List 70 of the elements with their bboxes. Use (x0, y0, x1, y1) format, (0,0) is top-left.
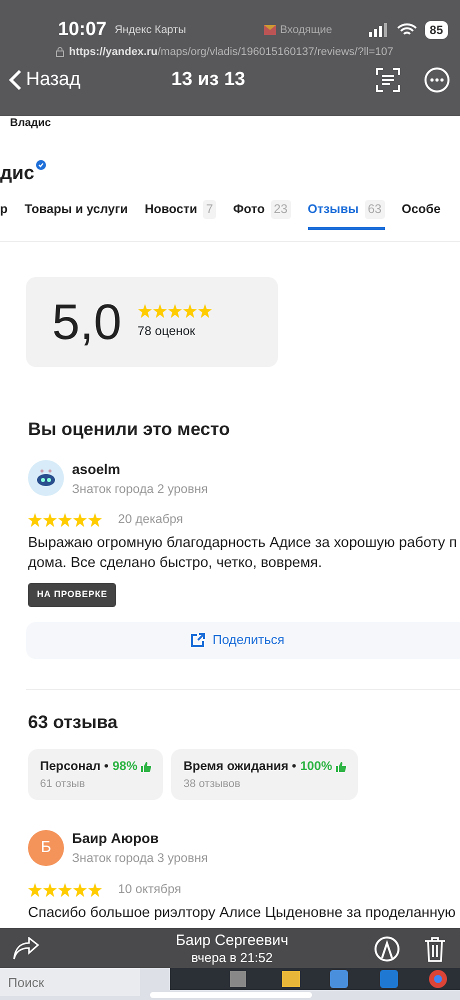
wifi-icon (396, 23, 417, 37)
aspect-name: Время ожидания • (183, 758, 296, 776)
author-name: Баир Аюров (72, 829, 160, 848)
star-icon (198, 304, 212, 318)
review-date: 10 октября (118, 881, 182, 898)
star-icon (43, 512, 57, 527)
chevron-left-icon (8, 69, 22, 92)
battery-level: 85 (424, 21, 448, 39)
author-level: Знаток города 3 уровня (72, 850, 208, 868)
aspect-card[interactable]: Время ожидания • 100% 38 отзывов (171, 749, 358, 800)
author-initial: Б (28, 830, 64, 866)
status-badge: НА ПРОВЕРКЕ (28, 583, 116, 607)
browser-tab[interactable]: Яндекс Карты (114, 22, 186, 38)
star-icon (58, 512, 72, 527)
envelope-icon (264, 25, 276, 35)
share-icon (190, 632, 205, 648)
section-tab[interactable]: Товары и услуги (24, 200, 128, 230)
share-arrow-icon[interactable] (12, 937, 40, 961)
star-icon (28, 512, 42, 527)
back-button[interactable]: Назад (8, 66, 80, 94)
review-text-line: Спасибо большое риэлтору Алисе Цыденовне за проделанную (28, 904, 457, 923)
organization-name: дис (0, 162, 34, 186)
aspect-name: Персонал • (40, 758, 108, 776)
star-icon (73, 512, 87, 527)
section-tab[interactable]: Отзывы 63 (308, 200, 385, 230)
markup-pen-icon[interactable] (374, 936, 400, 962)
author-name: asoelm (72, 460, 122, 479)
rating-score: 5,0 (52, 292, 122, 352)
star-icon (58, 882, 72, 897)
star-icon (28, 882, 42, 897)
author-level: Знаток города 2 уровня (72, 480, 208, 498)
review-count: 38 отзывов (183, 776, 242, 792)
clock-time: 10:07 (58, 18, 107, 42)
star-icon (88, 882, 102, 897)
share-button[interactable]: Поделиться (26, 622, 460, 659)
robot-icon (36, 469, 56, 488)
sent-time: вчера в 21:52 (190, 950, 274, 966)
star-icon (43, 882, 57, 897)
page-title: Владис (9, 116, 52, 130)
review-count: 61 отзыв (40, 776, 86, 792)
aspect-percent: 98% (112, 758, 138, 776)
thumbs-up-icon (141, 762, 152, 772)
photo-counter: 13 из 13 (170, 68, 246, 92)
star-icon (182, 304, 197, 318)
taskbar-search-field[interactable]: Поиск (0, 968, 140, 996)
thumbs-up-icon (336, 762, 346, 772)
star-icon (73, 882, 87, 897)
section-tab[interactable]: Особе (402, 200, 441, 230)
section-tab[interactable]: Фото 23 (233, 200, 291, 230)
aspect-card[interactable]: Персонал • 98% 61 отзыв (28, 749, 164, 800)
review-date: 20 декабря (118, 511, 184, 528)
sender-name: Баир Сергеевич (176, 932, 288, 950)
section-heading: 63 отзыва (28, 712, 119, 734)
star-icon (152, 304, 167, 318)
lock-icon (56, 47, 64, 57)
star-icon (88, 512, 102, 527)
address-text[interactable]: https://yandex.ru/maps/org/vladis/196015160137/reviews/?ll=107 (69, 44, 394, 60)
section-tab[interactable]: р (0, 200, 8, 230)
star-icon (168, 304, 182, 318)
section-heading: Вы оценили это место (28, 419, 231, 441)
aspect-percent: 100% (300, 758, 332, 776)
text-scan-icon[interactable] (376, 68, 400, 92)
review-text-line: дома. Все сделано быстро, четко, вовремя. (28, 554, 324, 574)
section-tab[interactable]: Новости 7 (144, 200, 216, 230)
signal-icon (368, 23, 389, 37)
trash-icon[interactable] (424, 936, 446, 962)
star-icon (138, 304, 152, 318)
review-text-line: Выражаю огромную благодарность Адисе за хорошую работу п (28, 534, 458, 554)
more-icon[interactable] (424, 67, 450, 94)
ratings-count: 78 оценок (138, 322, 196, 340)
